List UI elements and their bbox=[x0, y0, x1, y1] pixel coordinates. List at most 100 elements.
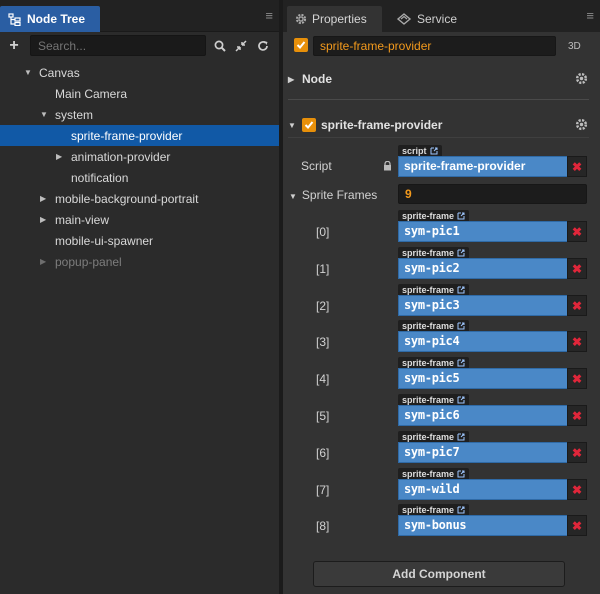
remove-sprite-frame-button[interactable]: ✖ bbox=[567, 221, 587, 242]
sprite-frame-ref-field[interactable]: sym-bonus bbox=[398, 515, 568, 536]
node-active-checkbox[interactable] bbox=[294, 38, 308, 52]
tree-item-mobile-background-portrait[interactable]: ▶ mobile-background-portrait bbox=[0, 188, 279, 209]
script-ref: sprite-frame-provider ✖ bbox=[398, 156, 589, 177]
tree-item-animation-provider[interactable]: ▶ animation-provider bbox=[0, 146, 279, 167]
tree-item-label: main-view bbox=[55, 212, 110, 227]
gear-icon[interactable] bbox=[575, 72, 588, 85]
panel-menu-icon[interactable]: ≡ bbox=[265, 9, 273, 23]
collapsed-arrow-icon[interactable]: ▶ bbox=[40, 194, 46, 203]
tree-item-main-camera[interactable]: Main Camera bbox=[0, 83, 279, 104]
external-link-icon[interactable] bbox=[457, 396, 465, 404]
external-link-icon[interactable] bbox=[457, 506, 465, 514]
tree-item-sprite-frame-provider[interactable]: sprite-frame-provider bbox=[0, 125, 279, 146]
sprite-frame-ref-field[interactable]: sym-pic5 bbox=[398, 368, 568, 389]
expanded-arrow-icon[interactable]: ▼ bbox=[289, 192, 297, 201]
tab-node-tree[interactable]: Node Tree bbox=[0, 6, 100, 32]
sprite-frame-index-label: [8] bbox=[316, 519, 330, 533]
component-header[interactable]: ▼ sprite-frame-provider bbox=[288, 113, 588, 137]
panel-menu-icon[interactable]: ≡ bbox=[586, 9, 594, 23]
script-ref-field[interactable]: sprite-frame-provider bbox=[398, 156, 568, 177]
search-input[interactable] bbox=[30, 35, 206, 56]
remove-sprite-frame-button[interactable]: ✖ bbox=[567, 405, 587, 426]
node-name-field[interactable]: sprite-frame-provider bbox=[313, 36, 556, 56]
tree-item-label: popup-panel bbox=[55, 254, 122, 269]
remove-script-button[interactable]: ✖ bbox=[567, 156, 587, 177]
tree-item-label: Canvas bbox=[39, 65, 80, 80]
remove-sprite-frame-button[interactable]: ✖ bbox=[567, 258, 587, 279]
script-label: Script bbox=[301, 159, 332, 173]
sprite-frame-ref: sym-pic3 ✖ bbox=[398, 295, 589, 316]
sprite-frame-ref-field[interactable]: sym-pic7 bbox=[398, 442, 568, 463]
remove-sprite-frame-button[interactable]: ✖ bbox=[567, 442, 587, 463]
external-link-icon[interactable] bbox=[457, 286, 465, 294]
collapsed-arrow-icon[interactable]: ▶ bbox=[56, 152, 62, 161]
component-title: sprite-frame-provider bbox=[321, 118, 443, 132]
expanded-arrow-icon[interactable]: ▼ bbox=[288, 121, 302, 130]
component-enabled-checkbox[interactable] bbox=[302, 118, 316, 132]
section-divider bbox=[288, 137, 589, 138]
expanded-arrow-icon[interactable]: ▼ bbox=[40, 110, 48, 119]
collapsed-arrow-icon[interactable]: ▶ bbox=[40, 257, 46, 266]
tree-item-label: system bbox=[55, 107, 94, 122]
external-link-icon[interactable] bbox=[457, 470, 465, 478]
node-section-header[interactable]: ▶ Node bbox=[288, 67, 588, 91]
node-tree-panel: Node Tree ≡ + ▼ Canvas Main Camera ▼ sys… bbox=[0, 0, 279, 594]
external-link-icon[interactable] bbox=[457, 359, 465, 367]
tree-item-mobile-ui-spawner[interactable]: mobile-ui-spawner bbox=[0, 230, 279, 251]
gear-icon[interactable] bbox=[575, 118, 588, 131]
collapsed-arrow-icon[interactable]: ▶ bbox=[40, 215, 46, 224]
service-icon bbox=[396, 13, 412, 25]
properties-tabbar: Properties Service ≡ bbox=[283, 0, 600, 32]
external-link-icon[interactable] bbox=[457, 322, 465, 330]
sprite-frame-ref: sym-pic2 ✖ bbox=[398, 258, 589, 279]
search-icon[interactable] bbox=[213, 39, 227, 53]
sprite-frame-ref-field[interactable]: sym-pic2 bbox=[398, 258, 568, 279]
collapse-all-icon[interactable] bbox=[234, 39, 248, 53]
add-component-button[interactable]: Add Component bbox=[313, 561, 565, 587]
remove-sprite-frame-button[interactable]: ✖ bbox=[567, 295, 587, 316]
tab-properties[interactable]: Properties bbox=[287, 6, 382, 32]
tree-item-notification[interactable]: notification bbox=[0, 167, 279, 188]
sprite-frame-ref-field[interactable]: sym-pic3 bbox=[398, 295, 568, 316]
remove-sprite-frame-button[interactable]: ✖ bbox=[567, 515, 587, 536]
node-tree-list: ▼ Canvas Main Camera ▼ system sprite-fra… bbox=[0, 62, 279, 272]
sprite-frame-ref-field[interactable]: sym-pic4 bbox=[398, 331, 568, 352]
external-link-icon[interactable] bbox=[457, 249, 465, 257]
tree-item-label: mobile-background-portrait bbox=[55, 191, 199, 206]
add-node-button[interactable]: + bbox=[0, 37, 28, 55]
tab-node-tree-label: Node Tree bbox=[27, 12, 86, 26]
properties-panel: Properties Service ≡ sprite-frame-provid… bbox=[283, 0, 600, 594]
collapsed-arrow-icon[interactable]: ▶ bbox=[288, 75, 302, 84]
expanded-arrow-icon[interactable]: ▼ bbox=[24, 68, 32, 77]
sprite-frame-index-label: [1] bbox=[316, 262, 330, 276]
mode-3d-label[interactable]: 3D bbox=[568, 41, 581, 52]
remove-sprite-frame-button[interactable]: ✖ bbox=[567, 368, 587, 389]
sprite-frame-ref-field[interactable]: sym-pic6 bbox=[398, 405, 568, 426]
refresh-icon[interactable] bbox=[256, 39, 270, 53]
tree-item-canvas[interactable]: ▼ Canvas bbox=[0, 62, 279, 83]
node-section-title: Node bbox=[302, 72, 332, 86]
tab-properties-label: Properties bbox=[312, 12, 367, 26]
sprite-frame-ref-field[interactable]: sym-wild bbox=[398, 479, 568, 500]
tree-item-system[interactable]: ▼ system bbox=[0, 104, 279, 125]
sprite-frame-ref: sym-pic1 ✖ bbox=[398, 221, 589, 242]
external-link-icon[interactable] bbox=[457, 433, 465, 441]
sprite-frame-ref-field[interactable]: sym-pic1 bbox=[398, 221, 568, 242]
sprite-frame-index-label: [7] bbox=[316, 483, 330, 497]
sprite-frame-index-label: [3] bbox=[316, 335, 330, 349]
node-tree-icon bbox=[8, 12, 21, 26]
tree-item-popup-panel[interactable]: ▶ popup-panel bbox=[0, 251, 279, 272]
remove-sprite-frame-button[interactable]: ✖ bbox=[567, 331, 587, 352]
sprite-frame-index-label: [5] bbox=[316, 409, 330, 423]
external-link-icon[interactable] bbox=[457, 212, 465, 220]
remove-sprite-frame-button[interactable]: ✖ bbox=[567, 479, 587, 500]
tree-item-main-view[interactable]: ▶ main-view bbox=[0, 209, 279, 230]
section-divider bbox=[288, 99, 589, 100]
tab-service[interactable]: Service bbox=[391, 6, 481, 32]
sprite-frame-index-label: [6] bbox=[316, 446, 330, 460]
external-link-icon[interactable] bbox=[430, 147, 438, 155]
sprite-frame-index-label: [2] bbox=[316, 299, 330, 313]
sprite-frames-count-field[interactable]: 9 bbox=[398, 184, 587, 204]
sprite-frames-label[interactable]: ▼ Sprite Frames bbox=[289, 188, 377, 202]
sprite-frame-ref: sym-pic6 ✖ bbox=[398, 405, 589, 426]
